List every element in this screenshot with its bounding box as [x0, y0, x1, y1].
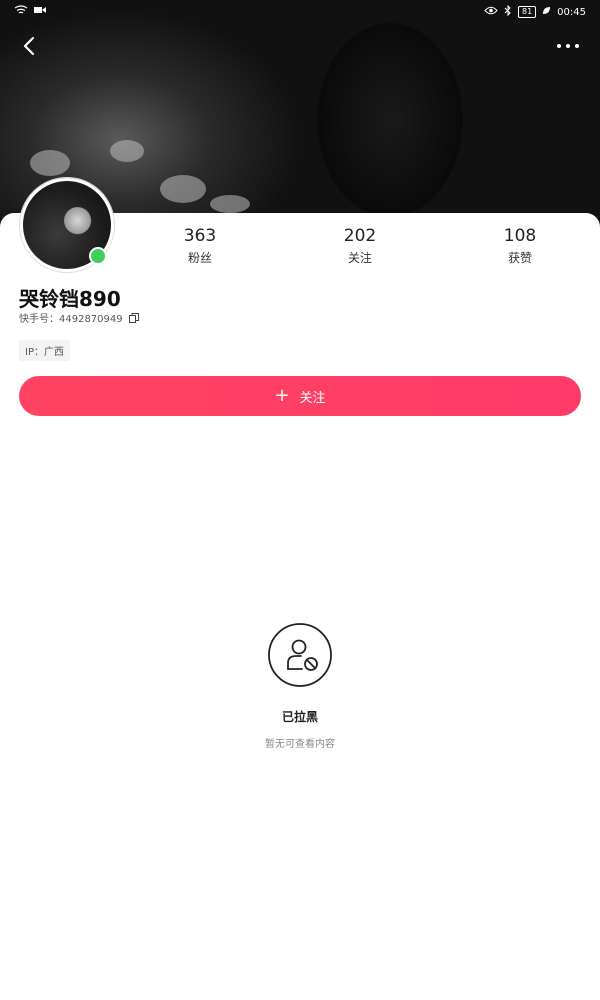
- ip-location-badge: IP：广西: [19, 340, 70, 361]
- followers-count: 363: [183, 226, 217, 246]
- likes-label: 获赞: [507, 251, 532, 265]
- followers-label: 粉丝: [187, 251, 212, 265]
- profile-stats: 363 粉丝 202 关注 108 获赞: [120, 226, 600, 266]
- video-icon: [34, 6, 46, 17]
- battery-level: 81: [517, 6, 537, 18]
- online-status-dot: [89, 247, 107, 265]
- wifi-icon: [14, 5, 28, 18]
- eye-icon: [484, 6, 498, 18]
- user-id: 4492870949: [59, 314, 123, 325]
- user-nickname: 哭铃铛890: [19, 287, 121, 311]
- stat-likes[interactable]: 108 获赞: [440, 226, 600, 266]
- status-time: 00:45: [557, 6, 586, 18]
- back-button[interactable]: [18, 34, 42, 58]
- likes-count: 108: [503, 226, 537, 246]
- user-id-row: 快手号：4492870949: [19, 310, 139, 325]
- empty-state-subtitle: 暂无可查看内容: [265, 739, 335, 750]
- stat-following[interactable]: 202 关注: [280, 226, 440, 266]
- stat-followers[interactable]: 363 粉丝: [120, 226, 280, 266]
- following-count: 202: [343, 226, 377, 246]
- follow-button-label: 关注: [299, 390, 326, 406]
- leaf-icon: [542, 6, 551, 18]
- follow-button[interactable]: + 关注: [19, 376, 581, 416]
- status-bar: 81 00:45: [0, 0, 600, 24]
- more-dots-icon: [557, 44, 579, 48]
- copy-icon[interactable]: [128, 312, 139, 323]
- blocked-user-icon: [268, 623, 332, 687]
- following-label: 关注: [347, 251, 372, 265]
- bluetooth-icon: [504, 4, 512, 19]
- chevron-left-icon: [23, 36, 35, 56]
- empty-state-title: 已拉黑: [281, 710, 318, 724]
- profile-card: [0, 213, 600, 1000]
- user-id-label: 快手号：: [19, 314, 59, 325]
- plus-icon: +: [274, 385, 290, 406]
- more-options-button[interactable]: [556, 36, 580, 56]
